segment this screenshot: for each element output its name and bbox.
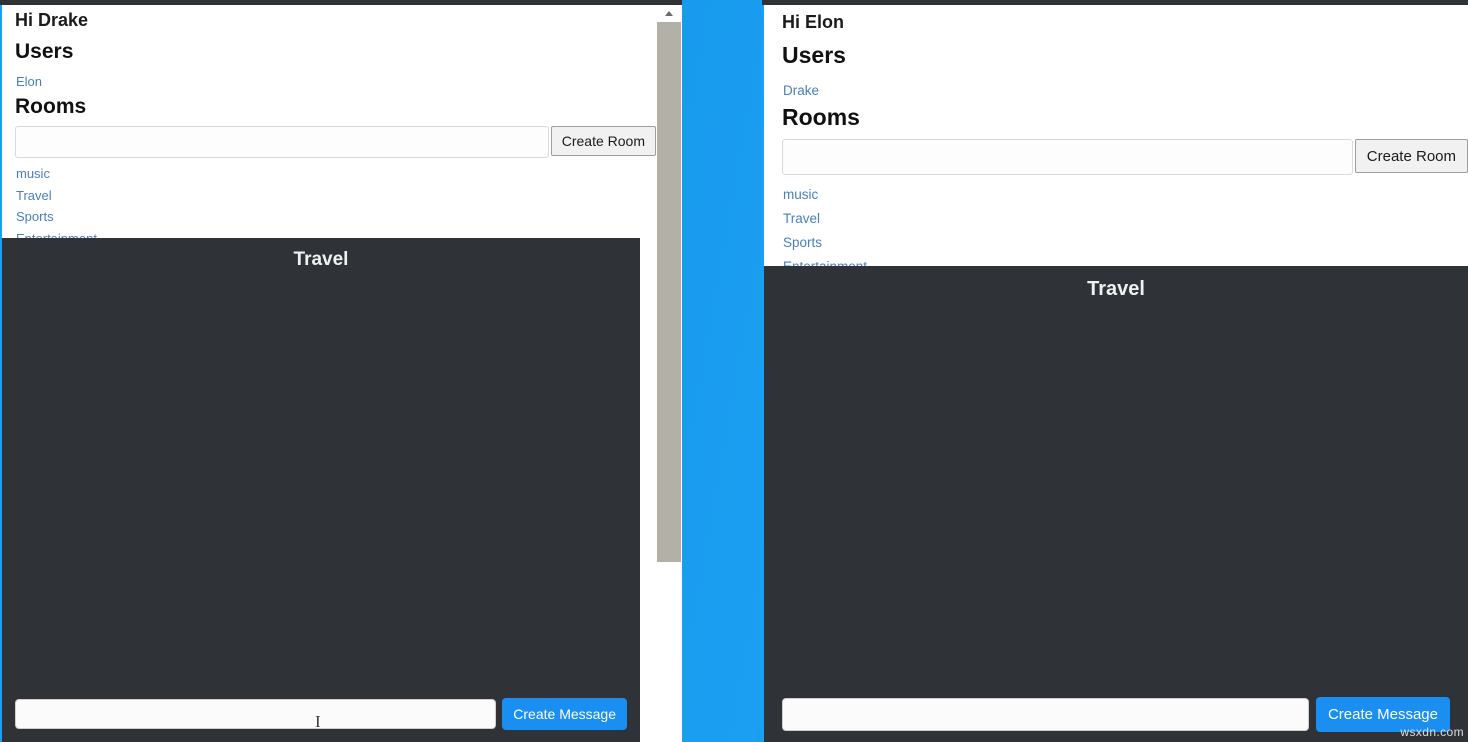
greeting-heading-left: Hi Drake bbox=[15, 10, 89, 30]
chat-sidebar-left: Hi Drake Users Elon Rooms Create Room mu… bbox=[2, 5, 656, 238]
room-list-right: music Travel Sports Entertainment bbox=[783, 183, 867, 266]
scrollbar-up-arrow-icon[interactable] bbox=[656, 5, 682, 22]
user-link-drake[interactable]: Drake bbox=[783, 84, 819, 98]
create-room-button-left[interactable]: Create Room bbox=[550, 126, 656, 156]
message-composer-left: Create Message bbox=[2, 686, 640, 742]
users-heading-right: Users bbox=[782, 42, 846, 68]
room-link-music[interactable]: music bbox=[783, 183, 867, 207]
browser-window-right: Hi Elon Users Drake Rooms Create Room mu… bbox=[762, 0, 1468, 742]
active-room-title-left: Travel bbox=[293, 249, 349, 270]
chat-panel-left: Travel Create Message bbox=[2, 238, 640, 742]
chat-scrollbar-left[interactable] bbox=[640, 238, 656, 742]
room-link-travel[interactable]: Travel bbox=[783, 207, 867, 231]
room-link-entertainment[interactable]: Entertainment bbox=[783, 255, 867, 266]
scrollbar-thumb-left[interactable] bbox=[657, 22, 681, 562]
active-room-title-right: Travel bbox=[1087, 278, 1145, 300]
room-link-sports[interactable]: Sports bbox=[16, 206, 97, 228]
chat-sidebar-right: Hi Elon Users Drake Rooms Create Room mu… bbox=[764, 5, 1468, 266]
message-input-right[interactable] bbox=[782, 697, 1309, 731]
create-message-button-right[interactable]: Create Message bbox=[1315, 696, 1450, 732]
create-message-button-left[interactable]: Create Message bbox=[502, 698, 627, 730]
rooms-heading-left: Rooms bbox=[15, 95, 87, 118]
room-link-sports[interactable]: Sports bbox=[783, 231, 867, 255]
create-room-row-left: Create Room bbox=[15, 126, 656, 158]
create-room-button-right[interactable]: Create Room bbox=[1354, 139, 1468, 173]
users-heading-left: Users bbox=[15, 40, 74, 63]
create-room-row-right: Create Room bbox=[782, 139, 1468, 175]
user-link-elon[interactable]: Elon bbox=[16, 75, 42, 88]
page-scrollbar-left[interactable] bbox=[656, 5, 682, 742]
page-content-right: Hi Elon Users Drake Rooms Create Room mu… bbox=[764, 5, 1468, 742]
page-content-left: Hi Drake Users Elon Rooms Create Room mu… bbox=[2, 5, 656, 742]
room-link-music[interactable]: music bbox=[16, 163, 97, 185]
message-composer-right: Create Message bbox=[764, 686, 1468, 742]
room-link-travel[interactable]: Travel bbox=[16, 185, 97, 207]
room-link-entertainment[interactable]: Entertainment bbox=[16, 228, 97, 239]
browser-window-left: Hi Drake Users Elon Rooms Create Room mu… bbox=[0, 0, 682, 742]
rooms-heading-right: Rooms bbox=[782, 104, 860, 130]
message-input-left[interactable] bbox=[15, 699, 497, 729]
room-name-input-right[interactable] bbox=[782, 139, 1353, 175]
message-list-right[interactable] bbox=[764, 312, 1468, 686]
chat-panel-right: Travel Create Message bbox=[764, 266, 1468, 742]
message-list-left[interactable] bbox=[2, 282, 640, 686]
greeting-heading-right: Hi Elon bbox=[782, 12, 844, 32]
room-name-input-left[interactable] bbox=[15, 126, 549, 158]
room-list-left: music Travel Sports Entertainment bbox=[16, 163, 97, 238]
